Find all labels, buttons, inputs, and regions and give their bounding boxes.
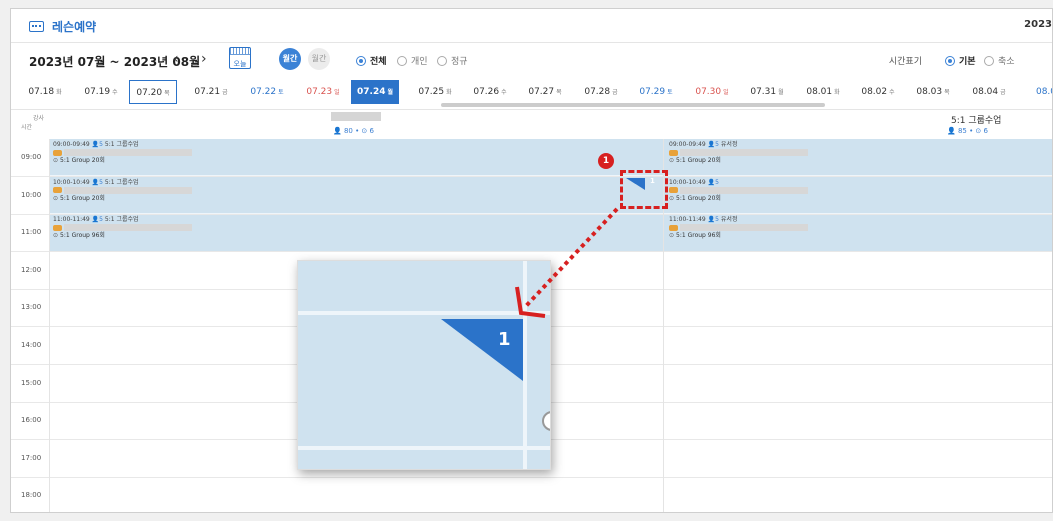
- callout-arrow-line: [524, 207, 619, 308]
- callout-arrow: [515, 207, 619, 318]
